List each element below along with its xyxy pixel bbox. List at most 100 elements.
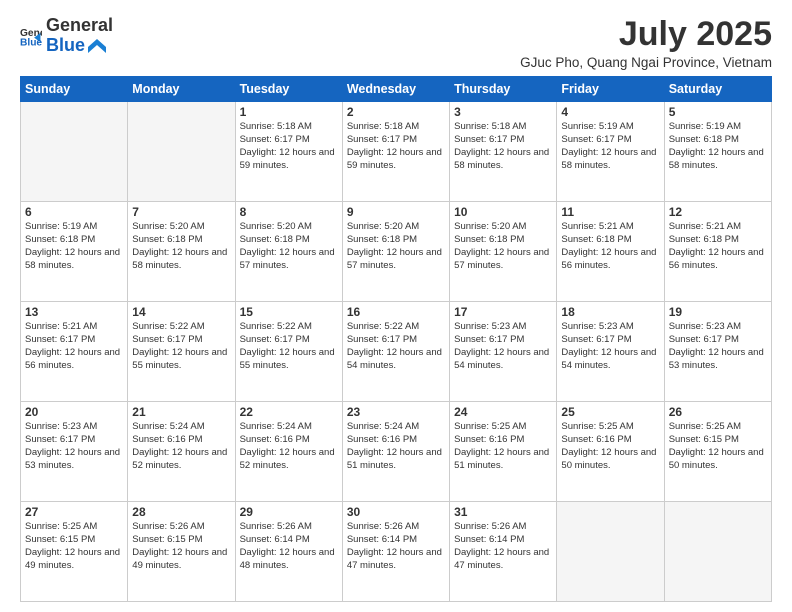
day-number: 17 — [454, 305, 552, 319]
day-info: Sunrise: 5:20 AMSunset: 6:18 PMDaylight:… — [240, 221, 338, 272]
day-number: 15 — [240, 305, 338, 319]
title-block: July 2025 GJuc Pho, Quang Ngai Province,… — [520, 16, 772, 70]
day-number: 26 — [669, 405, 767, 419]
calendar-cell: 25 Sunrise: 5:25 AMSunset: 6:16 PMDayligh… — [557, 402, 664, 502]
calendar-cell: 7Sunrise: 5:20 AMSunset: 6:18 PMDaylight… — [128, 202, 235, 302]
calendar-cell: 21 Sunrise: 5:24 AMSunset: 6:16 PMDayligh… — [128, 402, 235, 502]
header: General Blue General Blue July 2025 GJuc… — [20, 16, 772, 70]
day-number: 18 — [561, 305, 659, 319]
calendar-cell: 15 Sunrise: 5:22 AMSunset: 6:17 PMDayligh… — [235, 302, 342, 402]
day-info: Sunrise: 5:26 AMSunset: 6:14 PMDaylight:… — [347, 521, 445, 572]
day-info: Sunrise: 5:20 AMSunset: 6:18 PMDaylight:… — [347, 221, 445, 272]
day-number: 24 — [454, 405, 552, 419]
calendar-cell: 1Sunrise: 5:18 AMSunset: 6:17 PMDaylight… — [235, 102, 342, 202]
calendar-body: 1 Sunrise: 5:18 AMSunset: 6:17 PMDaylight… — [21, 102, 772, 602]
day-info: Sunrise: 5:21 AMSunset: 6:18 PMDaylight:… — [561, 221, 659, 272]
calendar-week-0: 1 Sunrise: 5:18 AMSunset: 6:17 PMDaylight… — [21, 102, 772, 202]
calendar-cell: 29 Sunrise: 5:26 AMSunset: 6:14 PMDayligh… — [235, 502, 342, 602]
weekday-header-thursday: Thursday — [450, 77, 557, 102]
calendar-cell: 9 Sunrise: 5:20 AMSunset: 6:18 PMDaylight… — [342, 202, 449, 302]
day-info: Sunrise: 5:22 AMSunset: 6:17 PMDaylight:… — [240, 321, 338, 372]
location: GJuc Pho, Quang Ngai Province, Vietnam — [520, 55, 772, 70]
calendar-table: SundayMondayTuesdayWednesdayThursdayFrid… — [20, 76, 772, 602]
logo-blue-text: Blue — [46, 36, 85, 56]
calendar-cell: 19Sunrise: 5:23 AMSunset: 6:17 PMDayligh… — [664, 302, 771, 402]
day-info: Sunrise: 5:24 AMSunset: 6:16 PMDaylight:… — [240, 421, 338, 472]
day-number: 9 — [347, 205, 445, 219]
day-number: 12 — [669, 205, 767, 219]
calendar-cell: 17 Sunrise: 5:23 AMSunset: 6:17 PMDayligh… — [450, 302, 557, 402]
weekday-header-sunday: Sunday — [21, 77, 128, 102]
calendar-cell — [664, 502, 771, 602]
calendar-cell: 18 Sunrise: 5:23 AMSunset: 6:17 PMDayligh… — [557, 302, 664, 402]
day-info: Sunrise: 5:25 AMSunset: 6:15 PMDaylight:… — [25, 521, 123, 572]
day-number: 2 — [347, 105, 445, 119]
day-info: Sunrise: 5:25 AMSunset: 6:15 PMDaylight:… — [669, 421, 767, 472]
calendar-cell: 16 Sunrise: 5:22 AMSunset: 6:17 PMDayligh… — [342, 302, 449, 402]
day-number: 8 — [240, 205, 338, 219]
weekday-row: SundayMondayTuesdayWednesdayThursdayFrid… — [21, 77, 772, 102]
day-number: 28 — [132, 505, 230, 519]
day-info: Sunrise: 5:18 AMSunset: 6:17 PMDaylight:… — [454, 121, 552, 172]
calendar-cell: 30 Sunrise: 5:26 AMSunset: 6:14 PMDayligh… — [342, 502, 449, 602]
calendar-cell: 27Sunrise: 5:25 AMSunset: 6:15 PMDayligh… — [21, 502, 128, 602]
day-number: 19 — [669, 305, 767, 319]
day-number: 5 — [669, 105, 767, 119]
day-info: Sunrise: 5:25 AMSunset: 6:16 PMDaylight:… — [454, 421, 552, 472]
day-info: Sunrise: 5:26 AMSunset: 6:14 PMDaylight:… — [454, 521, 552, 572]
day-number: 25 — [561, 405, 659, 419]
calendar-cell — [21, 102, 128, 202]
calendar-cell: 28 Sunrise: 5:26 AMSunset: 6:15 PMDayligh… — [128, 502, 235, 602]
day-number: 13 — [25, 305, 123, 319]
day-number: 22 — [240, 405, 338, 419]
calendar-week-4: 27Sunrise: 5:25 AMSunset: 6:15 PMDayligh… — [21, 502, 772, 602]
day-info: Sunrise: 5:26 AMSunset: 6:15 PMDaylight:… — [132, 521, 230, 572]
month-title: July 2025 — [520, 16, 772, 53]
calendar-cell: 10Sunrise: 5:20 AMSunset: 6:18 PMDayligh… — [450, 202, 557, 302]
day-number: 16 — [347, 305, 445, 319]
logo: General Blue General Blue — [20, 16, 113, 56]
day-info: Sunrise: 5:19 AMSunset: 6:18 PMDaylight:… — [669, 121, 767, 172]
calendar-cell: 31 Sunrise: 5:26 AMSunset: 6:14 PMDayligh… — [450, 502, 557, 602]
day-info: Sunrise: 5:26 AMSunset: 6:14 PMDaylight:… — [240, 521, 338, 572]
day-number: 3 — [454, 105, 552, 119]
calendar-week-2: 13 Sunrise: 5:21 AMSunset: 6:17 PMDayligh… — [21, 302, 772, 402]
wave-icon — [88, 39, 106, 53]
day-info: Sunrise: 5:22 AMSunset: 6:17 PMDaylight:… — [132, 321, 230, 372]
calendar-cell: 24 Sunrise: 5:25 AMSunset: 6:16 PMDayligh… — [450, 402, 557, 502]
calendar-cell — [557, 502, 664, 602]
calendar-cell: 22 Sunrise: 5:24 AMSunset: 6:16 PMDayligh… — [235, 402, 342, 502]
day-info: Sunrise: 5:24 AMSunset: 6:16 PMDaylight:… — [347, 421, 445, 472]
day-info: Sunrise: 5:22 AMSunset: 6:17 PMDaylight:… — [347, 321, 445, 372]
calendar-header: SundayMondayTuesdayWednesdayThursdayFrid… — [21, 77, 772, 102]
day-number: 21 — [132, 405, 230, 419]
day-number: 6 — [25, 205, 123, 219]
calendar-cell: 4Sunrise: 5:19 AMSunset: 6:17 PMDaylight… — [557, 102, 664, 202]
day-info: Sunrise: 5:23 AMSunset: 6:17 PMDaylight:… — [561, 321, 659, 372]
day-info: Sunrise: 5:23 AMSunset: 6:17 PMDaylight:… — [454, 321, 552, 372]
weekday-header-monday: Monday — [128, 77, 235, 102]
day-number: 1 — [240, 105, 338, 119]
page: General Blue General Blue July 2025 GJuc… — [0, 0, 792, 612]
calendar-cell: 2Sunrise: 5:18 AMSunset: 6:17 PMDaylight… — [342, 102, 449, 202]
svg-text:Blue: Blue — [20, 37, 42, 47]
day-number: 10 — [454, 205, 552, 219]
day-info: Sunrise: 5:21 AMSunset: 6:17 PMDaylight:… — [25, 321, 123, 372]
calendar-cell: 12Sunrise: 5:21 AMSunset: 6:18 PMDayligh… — [664, 202, 771, 302]
day-info: Sunrise: 5:24 AMSunset: 6:16 PMDaylight:… — [132, 421, 230, 472]
day-number: 30 — [347, 505, 445, 519]
calendar-cell: 3 Sunrise: 5:18 AMSunset: 6:17 PMDaylight… — [450, 102, 557, 202]
day-number: 11 — [561, 205, 659, 219]
logo-icon: General Blue — [20, 25, 42, 47]
day-info: Sunrise: 5:25 AMSunset: 6:16 PMDaylight:… — [561, 421, 659, 472]
calendar-cell: 26 Sunrise: 5:25 AMSunset: 6:15 PMDayligh… — [664, 402, 771, 502]
calendar-cell: 14 Sunrise: 5:22 AMSunset: 6:17 PMDayligh… — [128, 302, 235, 402]
day-number: 14 — [132, 305, 230, 319]
day-number: 31 — [454, 505, 552, 519]
calendar-week-1: 6Sunrise: 5:19 AMSunset: 6:18 PMDaylight… — [21, 202, 772, 302]
weekday-header-wednesday: Wednesday — [342, 77, 449, 102]
logo-general-text: General — [46, 16, 113, 36]
calendar-cell — [128, 102, 235, 202]
day-number: 29 — [240, 505, 338, 519]
calendar-cell: 23Sunrise: 5:24 AMSunset: 6:16 PMDayligh… — [342, 402, 449, 502]
